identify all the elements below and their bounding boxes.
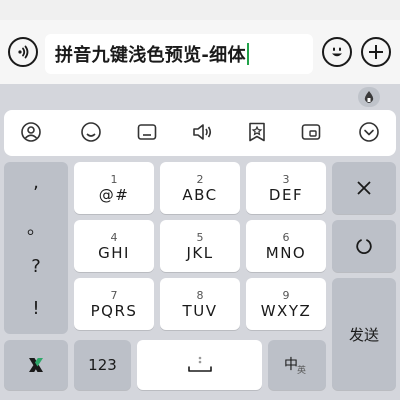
key-letters: TUV <box>182 301 218 320</box>
key-letters: @# <box>98 185 130 204</box>
numbers-label: 123 <box>88 356 117 374</box>
delete-x-icon <box>357 181 371 195</box>
key-letters: JKL <box>186 243 214 262</box>
key-number: 4 <box>110 230 118 244</box>
user-circle-icon[interactable] <box>18 119 44 145</box>
refresh-circle-icon <box>356 239 372 254</box>
key-number: 5 <box>196 230 204 244</box>
key-letters: DEF <box>268 185 304 204</box>
speaker-icon[interactable] <box>189 119 215 145</box>
text-caret <box>246 43 249 65</box>
top-strip <box>0 0 400 20</box>
delete-key[interactable] <box>332 162 396 214</box>
card-icon[interactable] <box>298 119 324 145</box>
numbers-key[interactable]: 123 <box>74 340 131 390</box>
punct-comma[interactable]: , <box>4 172 68 193</box>
key-letters: GHI <box>98 243 130 262</box>
key-number: 6 <box>282 230 290 244</box>
punct-period[interactable]: 。 <box>4 214 68 240</box>
key-letters: MNO <box>265 243 307 262</box>
key-letters: ABC <box>182 185 218 204</box>
space-mic-icon <box>187 356 212 372</box>
brand-key[interactable] <box>4 340 68 390</box>
send-label: 发送 <box>348 325 379 344</box>
key-2[interactable]: 2 ABC <box>160 162 240 214</box>
smiley-icon[interactable] <box>78 119 104 145</box>
emoji-button[interactable] <box>322 37 352 67</box>
key-number: 1 <box>110 172 118 186</box>
voice-icon <box>18 45 29 59</box>
floating-keyboard-button[interactable] <box>358 87 380 107</box>
key-6[interactable]: 6 MNO <box>246 220 326 272</box>
space-bar[interactable] <box>137 340 262 390</box>
key-number: 3 <box>282 172 290 186</box>
key-letters: PQRS <box>90 301 138 320</box>
key-8[interactable]: 8 TUV <box>160 278 240 330</box>
more-button[interactable] <box>361 37 391 67</box>
keyboard-rect-icon[interactable] <box>134 119 160 145</box>
chevron-down-circle-icon[interactable] <box>356 119 382 145</box>
send-button[interactable]: 发送 <box>332 278 396 390</box>
key-9[interactable]: 9 WXYZ <box>246 278 326 330</box>
drop-icon <box>364 91 374 103</box>
brand-x-icon <box>29 358 43 372</box>
keyboard-toolbar <box>4 110 396 156</box>
input-text: 拼音九键浅色预览-细体 <box>55 45 246 66</box>
key-number: 8 <box>196 288 204 302</box>
key-4[interactable]: 4 GHI <box>74 220 154 272</box>
key-letters: WXYZ <box>260 301 312 320</box>
punct-question[interactable]: ? <box>4 256 68 277</box>
key-7[interactable]: 7 PQRS <box>74 278 154 330</box>
plus-icon <box>369 45 383 59</box>
key-3[interactable]: 3 DEF <box>246 162 326 214</box>
key-1[interactable]: 1 @# <box>74 162 154 214</box>
punctuation-column: , 。 ? ! <box>4 162 68 334</box>
key-number: 7 <box>110 288 118 302</box>
message-input[interactable]: 拼音九键浅色预览-细体 <box>45 34 313 74</box>
lang-sub: 英 <box>297 366 307 376</box>
key-5[interactable]: 5 JKL <box>160 220 240 272</box>
lang-switch-glyph: 中 英 <box>282 351 312 379</box>
emoji-icon <box>332 47 342 57</box>
key-number: 2 <box>196 172 204 186</box>
lang-main: 中 <box>284 357 298 373</box>
star-bookmark-icon[interactable] <box>244 119 270 145</box>
reset-key[interactable] <box>332 220 396 272</box>
voice-input-button[interactable] <box>8 37 38 67</box>
lang-switch-key[interactable]: 中 英 <box>268 340 326 390</box>
key-number: 9 <box>282 288 290 302</box>
punct-exclaim[interactable]: ! <box>4 298 68 319</box>
